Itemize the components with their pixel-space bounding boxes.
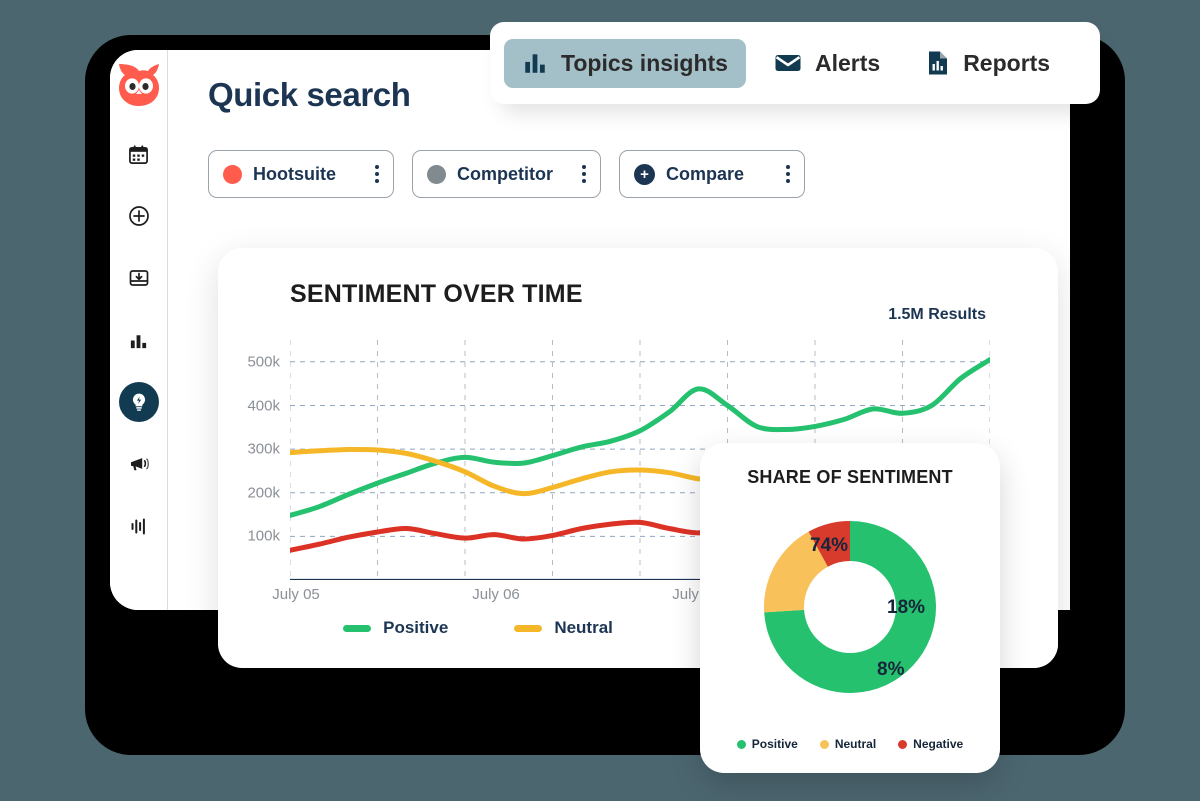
legend-swatch-icon <box>819 739 829 749</box>
legend-label: Positive <box>383 618 449 637</box>
sidebar-item-advertise[interactable] <box>119 444 159 484</box>
card-title: SHARE OF SENTIMENT <box>747 467 953 487</box>
y-axis-labels: 100k 200k 300k 400k 500k <box>218 340 284 580</box>
line-chart-legend: Positive Neutral <box>218 618 738 638</box>
search-chips: Hootsuite Competitor + Compare <box>208 150 805 198</box>
chip-compare[interactable]: + Compare <box>619 150 805 198</box>
card-fade-edge <box>1024 248 1058 668</box>
tab-alerts[interactable]: Alerts <box>756 39 898 88</box>
envelope-icon <box>775 55 801 71</box>
tab-reports[interactable]: Reports <box>908 39 1068 88</box>
y-axis-tick: 400k <box>247 397 280 414</box>
y-axis-tick: 500k <box>247 353 280 371</box>
card-title: SENTIMENT OVER TIME <box>290 280 583 308</box>
legend-label: Neutral <box>834 737 877 751</box>
legend-label: Positive <box>751 737 798 751</box>
donut-chart: 74% 18% 8% <box>744 501 956 713</box>
donut-value-positive: 74% <box>810 535 849 556</box>
donut-legend-item-neutral[interactable]: Neutral <box>819 737 877 751</box>
chip-hootsuite[interactable]: Hootsuite <box>208 150 394 198</box>
kebab-menu-icon[interactable] <box>357 165 379 183</box>
page-title: Quick search <box>208 76 411 113</box>
audio-bars-icon <box>131 518 145 535</box>
donut-legend-item-positive[interactable]: Positive <box>736 737 798 751</box>
chip-color-dot-icon <box>223 164 242 184</box>
legend-swatch-icon <box>343 624 372 632</box>
x-axis-tick: July 05 <box>272 586 320 603</box>
legend-label: Neutral <box>554 618 613 637</box>
plus-circle-icon <box>128 206 149 226</box>
plus-circle-icon: + <box>634 163 655 185</box>
tab-topics-insights[interactable]: Topics insights <box>504 38 746 88</box>
kebab-menu-icon[interactable] <box>768 165 790 183</box>
lightbulb-insights-icon <box>132 393 145 411</box>
report-document-icon <box>929 51 948 75</box>
donut-value-negative: 8% <box>877 659 905 680</box>
y-axis-tick: 300k <box>247 440 280 458</box>
legend-swatch-icon <box>736 739 746 749</box>
chip-label: Competitor <box>457 163 553 184</box>
share-of-sentiment-card: SHARE OF SENTIMENT 74% 18% 8% Positive Ne… <box>700 443 1000 773</box>
bar-chart-icon <box>130 334 147 348</box>
x-axis-tick: July 06 <box>472 586 520 603</box>
chip-label: Compare <box>666 163 745 184</box>
sidebar-item-insights[interactable] <box>118 382 159 422</box>
legend-swatch-icon <box>898 739 908 749</box>
bar-chart-icon <box>525 54 545 73</box>
donut-legend: Positive Neutral Negative <box>700 737 1000 751</box>
donut-legend-item-negative[interactable]: Negative <box>898 737 963 751</box>
top-tabbar: Topics insights Alerts Reports <box>490 22 1100 104</box>
y-axis-tick: 200k <box>247 484 280 502</box>
chip-color-dot-icon <box>427 164 446 184</box>
tab-label: Topics insights <box>561 49 728 76</box>
legend-item-positive[interactable]: Positive <box>343 618 448 638</box>
results-count: 1.5M Results <box>888 306 986 323</box>
chip-label: Hootsuite <box>253 163 336 184</box>
sidebar-item-inbox[interactable] <box>119 258 159 298</box>
donut-value-neutral: 18% <box>887 597 926 618</box>
left-sidebar <box>110 50 168 610</box>
screenshot-stage: Quick search Hootsuite Competitor + Comp… <box>0 0 1200 801</box>
calendar-icon <box>129 144 148 164</box>
tab-label: Reports <box>963 49 1051 76</box>
sidebar-item-streams[interactable] <box>119 506 159 546</box>
hootsuite-owl-logo[interactable] <box>115 62 163 108</box>
legend-item-neutral[interactable]: Neutral <box>514 618 613 638</box>
legend-label: Negative <box>913 737 964 751</box>
inbox-download-icon <box>129 270 148 286</box>
chip-competitor[interactable]: Competitor <box>412 150 601 198</box>
sidebar-item-calendar[interactable] <box>119 134 159 174</box>
megaphone-icon <box>130 458 149 471</box>
sidebar-item-create[interactable] <box>119 196 159 236</box>
kebab-menu-icon[interactable] <box>564 165 586 183</box>
tab-label: Alerts <box>814 49 881 76</box>
y-axis-tick: 100k <box>247 527 280 545</box>
sidebar-item-analytics[interactable] <box>119 320 159 360</box>
legend-swatch-icon <box>514 624 543 632</box>
